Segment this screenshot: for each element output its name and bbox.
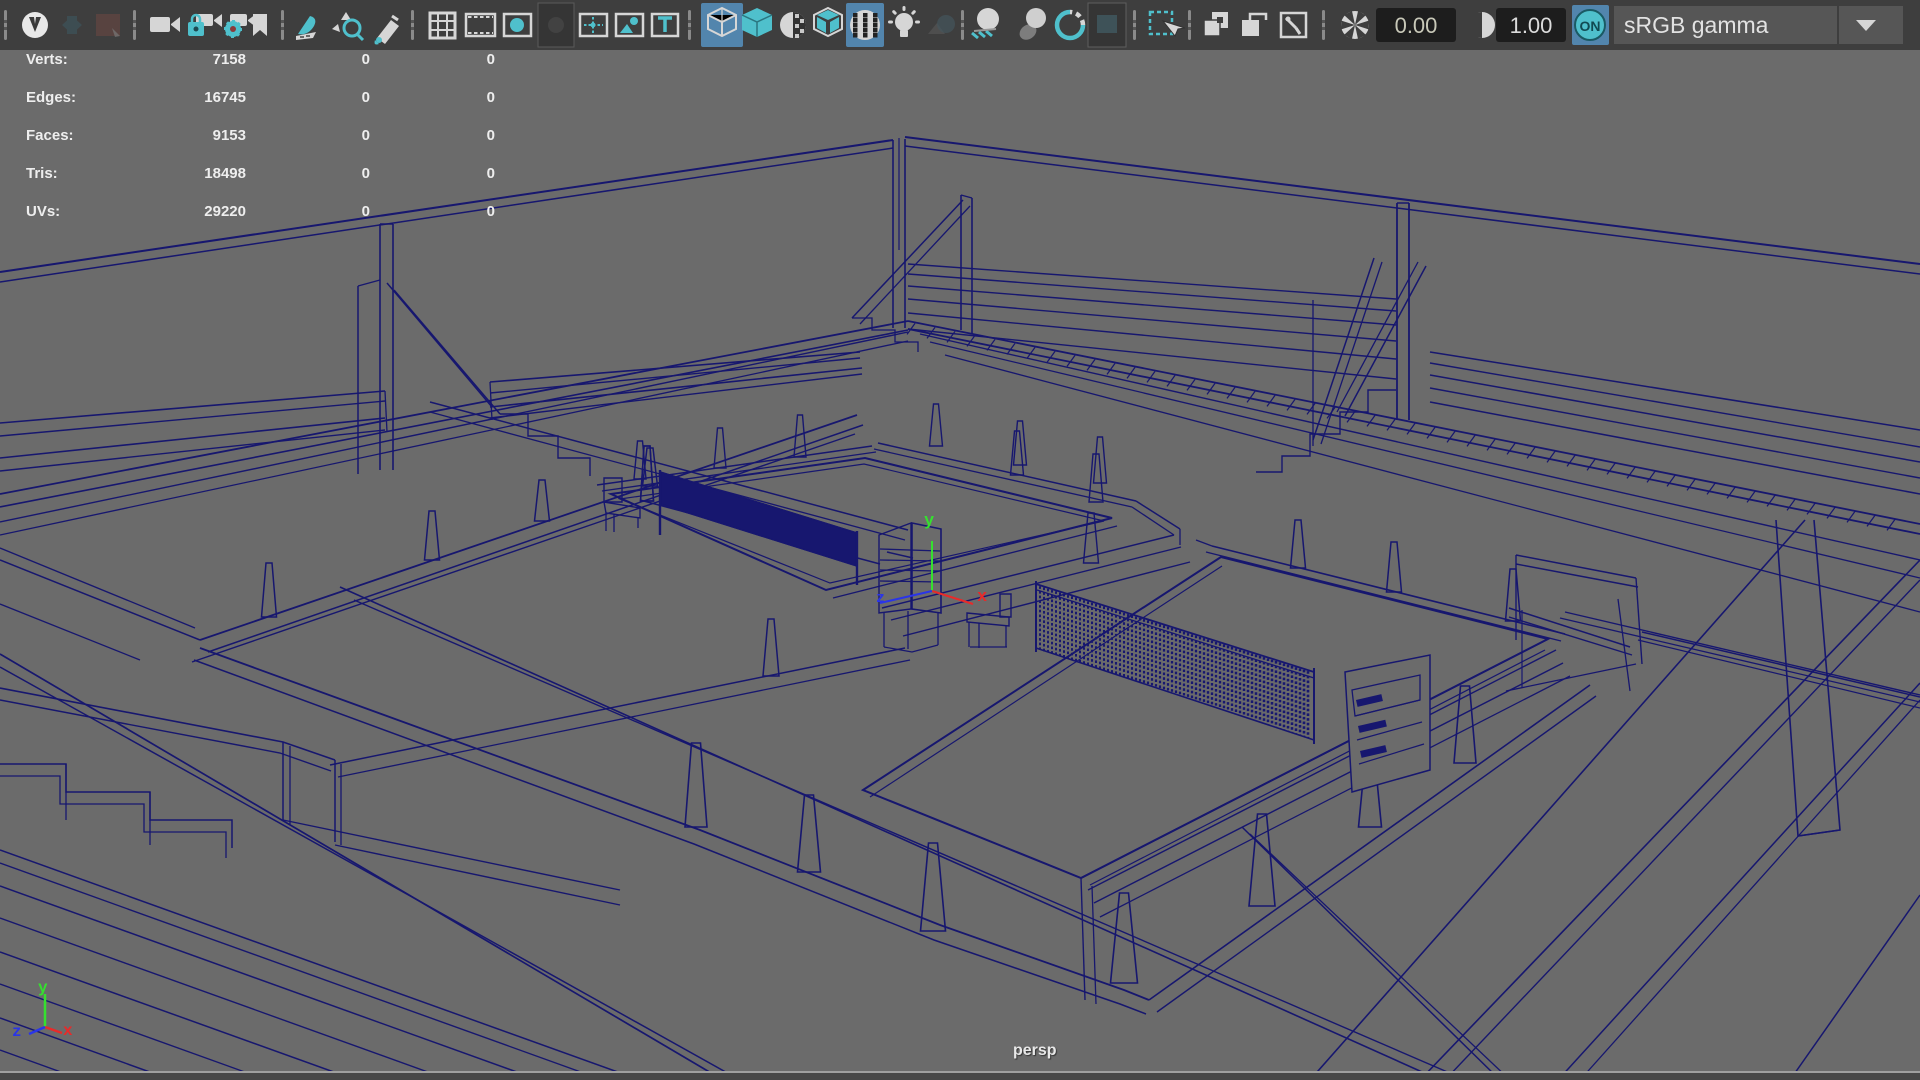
svg-text:x: x [977,588,987,607]
svg-text:y: y [924,512,934,531]
svg-text:sRGB gamma: sRGB gamma [1624,12,1769,38]
svg-text:x: x [63,1022,73,1040]
svg-text:ON: ON [1580,18,1601,34]
svg-text:z: z [876,590,885,607]
svg-text:y: y [38,979,48,997]
svg-text:0.00: 0.00 [1395,13,1438,38]
svg-text:1.00: 1.00 [1510,13,1553,38]
svg-text:z: z [12,1023,22,1041]
